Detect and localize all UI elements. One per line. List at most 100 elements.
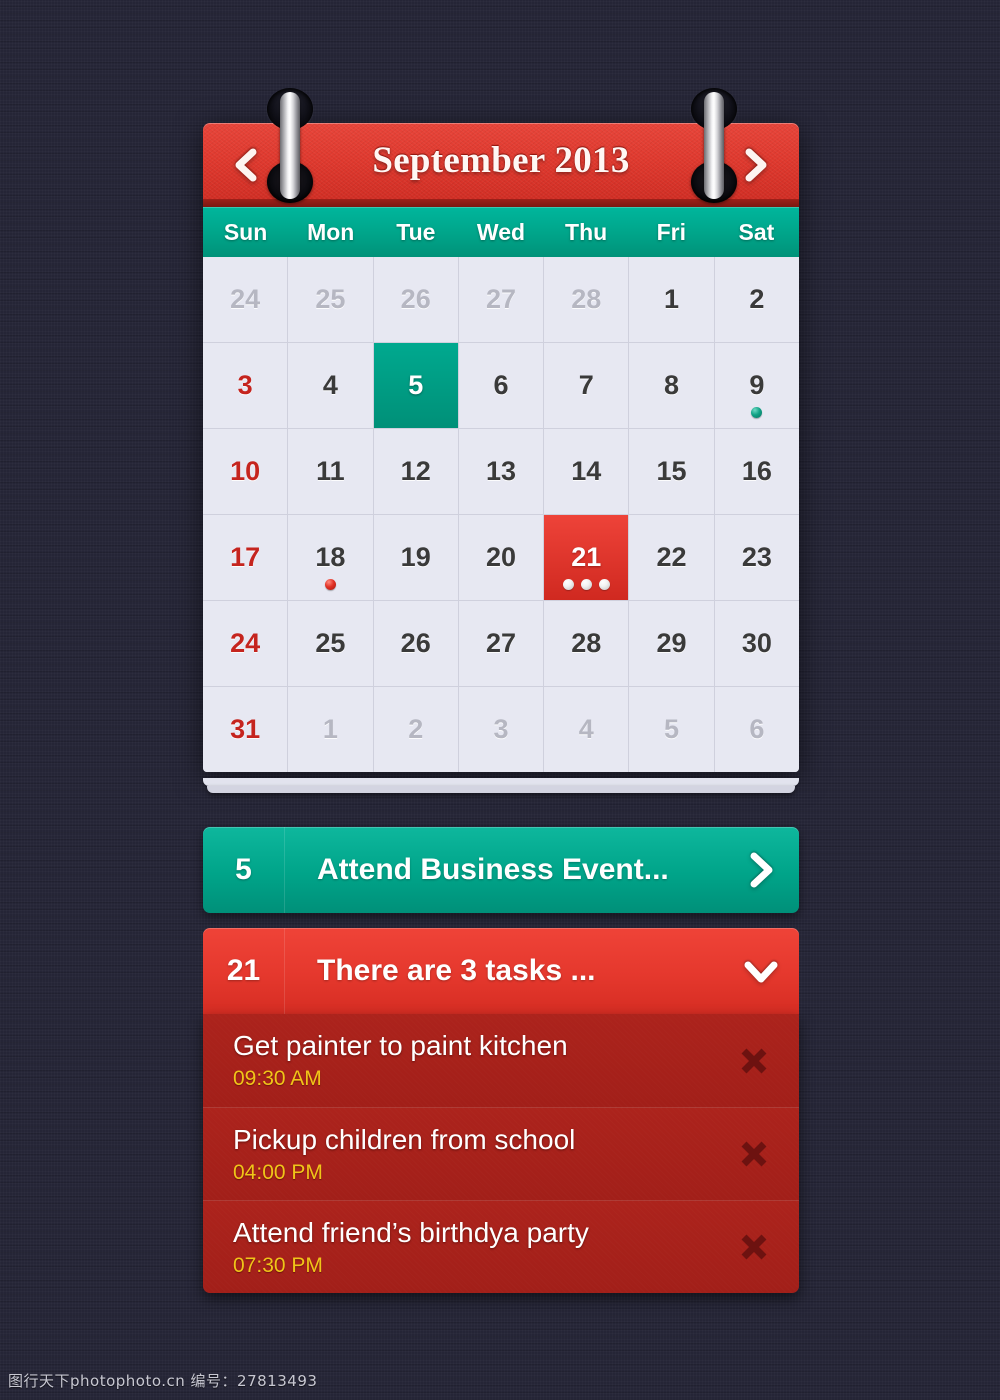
day-cell[interactable]: 12 <box>373 429 458 514</box>
day-cell[interactable]: 11 <box>288 429 373 514</box>
day-cell[interactable]: 26 <box>373 601 458 686</box>
day-number: 3 <box>237 370 253 400</box>
day-cell[interactable]: 19 <box>373 515 458 600</box>
task-item[interactable]: Attend friend’s birthdya party 07:30 PM <box>203 1200 799 1293</box>
day-cell[interactable]: 5 <box>629 687 714 772</box>
event-indicator-dots <box>288 579 372 590</box>
day-cell[interactable]: 6 <box>714 687 799 772</box>
day-cell[interactable]: 1 <box>629 257 714 342</box>
day-cell[interactable]: 2 <box>714 257 799 342</box>
task-time: 07:30 PM <box>233 1254 323 1278</box>
day-number: 5 <box>408 370 424 400</box>
day-cell[interactable]: 25 <box>288 601 373 686</box>
day-number: 10 <box>230 456 261 486</box>
next-month-button[interactable] <box>733 143 777 187</box>
day-cell[interactable]: 6 <box>458 343 544 428</box>
day-cell[interactable]: 14 <box>544 429 629 514</box>
task-name: Pickup children from school <box>233 1124 576 1155</box>
day-cell[interactable]: 26 <box>373 257 458 342</box>
day-cell[interactable]: 28 <box>544 601 629 686</box>
weekday-label-mon: Mon <box>307 218 355 245</box>
event-collapse-button[interactable] <box>723 950 799 992</box>
calendar-card: September 2013 Sun Mon Tue Wed Thu Fri Sat 24 2… <box>203 123 799 772</box>
day-cell[interactable]: 4 <box>288 343 373 428</box>
day-cell[interactable]: 27 <box>458 257 544 342</box>
event-expand-button[interactable] <box>723 849 799 891</box>
day-cell[interactable]: 5 <box>373 343 458 428</box>
close-icon <box>741 1048 767 1073</box>
day-number: 28 <box>571 284 602 314</box>
day-cell[interactable]: 15 <box>629 429 714 514</box>
event-dot-icon <box>598 579 610 590</box>
close-icon <box>741 1141 767 1167</box>
day-number: 24 <box>230 284 261 314</box>
day-number: 4 <box>322 370 338 400</box>
day-number: 29 <box>656 628 687 658</box>
day-number: 4 <box>578 714 594 744</box>
close-icon <box>741 1234 767 1260</box>
day-number: 20 <box>485 542 517 572</box>
day-cell[interactable]: 8 <box>629 343 714 428</box>
day-cell[interactable]: 9 <box>714 343 799 428</box>
day-cell[interactable]: 7 <box>544 343 629 428</box>
task-delete-button[interactable] <box>737 1044 771 1078</box>
task-item[interactable]: Get painter to paint kitchen 09:30 AM <box>203 1014 799 1107</box>
task-delete-button[interactable] <box>737 1137 771 1171</box>
day-number: 2 <box>408 714 424 744</box>
day-cell[interactable]: 24 <box>203 601 288 686</box>
day-number: 9 <box>749 370 765 400</box>
day-cell[interactable]: 18 <box>288 515 373 600</box>
day-cell[interactable]: 29 <box>629 601 714 686</box>
day-cell[interactable]: 31 <box>203 687 288 772</box>
day-cell[interactable]: 16 <box>714 429 799 514</box>
day-number: 11 <box>316 456 345 486</box>
event-bar-green[interactable]: 5 Attend Business Event... <box>203 827 799 913</box>
weekday-label-fri: Fri <box>656 218 686 245</box>
day-cell[interactable]: 4 <box>544 687 629 772</box>
task-list: Get painter to paint kitchen 09:30 AM Pick… <box>203 1014 799 1293</box>
day-cell[interactable]: 1 <box>288 687 373 772</box>
day-cell[interactable]: 21 <box>544 515 629 600</box>
event-dot-icon <box>324 579 336 590</box>
day-cell[interactable]: 23 <box>714 515 799 600</box>
day-cell[interactable]: 27 <box>458 601 544 686</box>
day-number: 26 <box>400 628 431 658</box>
day-cell[interactable]: 28 <box>544 257 629 342</box>
day-cell[interactable]: 22 <box>629 515 714 600</box>
day-cell[interactable]: 2 <box>373 687 458 772</box>
day-cell[interactable]: 24 <box>203 257 288 342</box>
calendar-header: September 2013 <box>203 123 799 207</box>
day-number: 25 <box>315 628 346 658</box>
day-cell[interactable]: 20 <box>458 515 544 600</box>
event-bar-red[interactable]: 21 There are 3 tasks ... <box>203 928 799 1014</box>
day-number: 16 <box>741 456 772 486</box>
day-cell[interactable]: 25 <box>288 257 373 342</box>
calendar-days-grid: 24 25 26 27 28 1 2 3 4 5 6 7 8 9 10 11 12 13 14 15 16 17 18 19 2… <box>203 257 799 772</box>
day-number: 27 <box>485 628 517 658</box>
day-cell[interactable]: 3 <box>203 343 288 428</box>
day-number: 1 <box>322 714 338 744</box>
day-number: 21 <box>571 542 602 572</box>
day-number: 18 <box>315 542 346 572</box>
day-number: 30 <box>741 628 772 658</box>
task-item[interactable]: Pickup children from school 04:00 PM <box>203 1107 799 1200</box>
day-number: 6 <box>749 714 765 744</box>
day-cell[interactable]: 30 <box>714 601 799 686</box>
event-day-number: 5 <box>203 827 285 913</box>
day-cell[interactable]: 3 <box>458 687 544 772</box>
weekday-label-sun: Sun <box>223 218 268 245</box>
chevron-right-icon <box>750 852 773 888</box>
task-name: Attend friend’s birthdya party <box>233 1217 589 1248</box>
event-day-number: 21 <box>203 928 285 1014</box>
day-cell[interactable]: 17 <box>203 515 288 600</box>
day-number: 2 <box>749 284 765 314</box>
day-number: 23 <box>741 542 772 572</box>
day-number: 12 <box>400 456 431 486</box>
event-indicator-dots <box>715 407 799 418</box>
calendar-title: September 2013 <box>372 140 630 181</box>
day-cell[interactable]: 10 <box>203 429 288 514</box>
event-title: Attend Business Event... <box>317 853 669 886</box>
day-number: 8 <box>664 370 680 400</box>
task-delete-button[interactable] <box>737 1230 771 1264</box>
day-cell[interactable]: 13 <box>458 429 544 514</box>
